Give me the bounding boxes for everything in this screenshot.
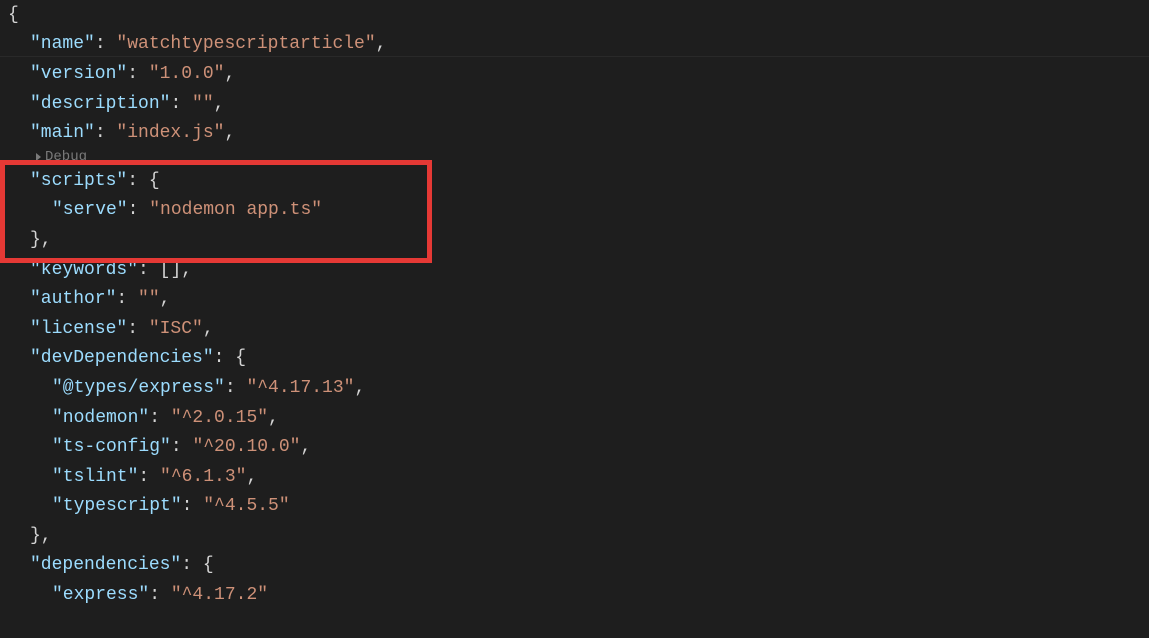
code-line[interactable]: "@types/express": "^4.17.13",	[8, 373, 1149, 403]
json-value-serve: "nodemon app.ts"	[149, 200, 322, 220]
code-line[interactable]: "description": "",	[8, 89, 1149, 119]
code-line[interactable]: "nodemon": "^2.0.15",	[8, 403, 1149, 433]
code-line[interactable]: "ts-config": "^20.10.0",	[8, 432, 1149, 462]
json-key-author: "author"	[30, 289, 116, 309]
code-line[interactable]: "serve": "nodemon app.ts"	[8, 196, 1149, 226]
json-value-name: "watchtypescriptarticle"	[116, 34, 375, 54]
json-key-main: "main"	[30, 123, 95, 143]
json-value-tsconfig: "^20.10.0"	[192, 437, 300, 457]
code-line[interactable]: },	[8, 225, 1149, 255]
json-value-types-express: "^4.17.13"	[246, 378, 354, 398]
json-key-express: "express"	[52, 585, 149, 605]
debug-codelens[interactable]: Debug	[8, 148, 1149, 166]
json-key-tslint: "tslint"	[52, 467, 138, 487]
code-line[interactable]: "dependencies": {	[8, 551, 1149, 581]
json-key-serve: "serve"	[52, 200, 128, 220]
play-icon	[36, 153, 41, 161]
code-line[interactable]: "name": "watchtypescriptarticle",	[8, 30, 1149, 60]
code-line[interactable]: "tslint": "^6.1.3",	[8, 462, 1149, 492]
json-key-keywords: "keywords"	[30, 260, 138, 280]
json-value-main: "index.js"	[116, 123, 224, 143]
code-line[interactable]: "typescript": "^4.5.5"	[8, 492, 1149, 522]
debug-label: Debug	[45, 149, 87, 165]
json-value-version: "1.0.0"	[149, 64, 225, 84]
json-key-nodemon: "nodemon"	[52, 408, 149, 428]
json-value-description: ""	[192, 94, 214, 114]
code-line[interactable]: "license": "ISC",	[8, 314, 1149, 344]
code-line[interactable]: "keywords": [],	[8, 255, 1149, 285]
json-value-author: ""	[138, 289, 160, 309]
json-value-tslint: "^6.1.3"	[160, 467, 246, 487]
code-line[interactable]: "author": "",	[8, 284, 1149, 314]
json-value-typescript: "^4.5.5"	[203, 496, 289, 516]
json-key-version: "version"	[30, 64, 127, 84]
code-editor[interactable]: { "name": "watchtypescriptarticle", "ver…	[0, 0, 1149, 610]
json-key-description: "description"	[30, 94, 170, 114]
json-key-types-express: "@types/express"	[52, 378, 225, 398]
open-brace: {	[8, 5, 19, 25]
json-key-typescript: "typescript"	[52, 496, 182, 516]
code-line[interactable]: "devDependencies": {	[8, 344, 1149, 374]
code-line[interactable]: {	[8, 0, 1149, 30]
code-line[interactable]: "scripts": {	[8, 166, 1149, 196]
json-key-devdependencies: "devDependencies"	[30, 348, 214, 368]
code-line[interactable]: "main": "index.js",	[8, 118, 1149, 148]
json-key-scripts: "scripts"	[30, 171, 127, 191]
json-value-nodemon: "^2.0.15"	[171, 408, 268, 428]
json-key-name: "name"	[30, 34, 95, 54]
code-line[interactable]: "express": "^4.17.2"	[8, 580, 1149, 610]
json-key-tsconfig: "ts-config"	[52, 437, 171, 457]
json-value-express: "^4.17.2"	[171, 585, 268, 605]
json-key-license: "license"	[30, 319, 127, 339]
json-value-license: "ISC"	[149, 319, 203, 339]
code-line[interactable]: "version": "1.0.0",	[8, 59, 1149, 89]
json-key-dependencies: "dependencies"	[30, 555, 181, 575]
code-line[interactable]: },	[8, 521, 1149, 551]
